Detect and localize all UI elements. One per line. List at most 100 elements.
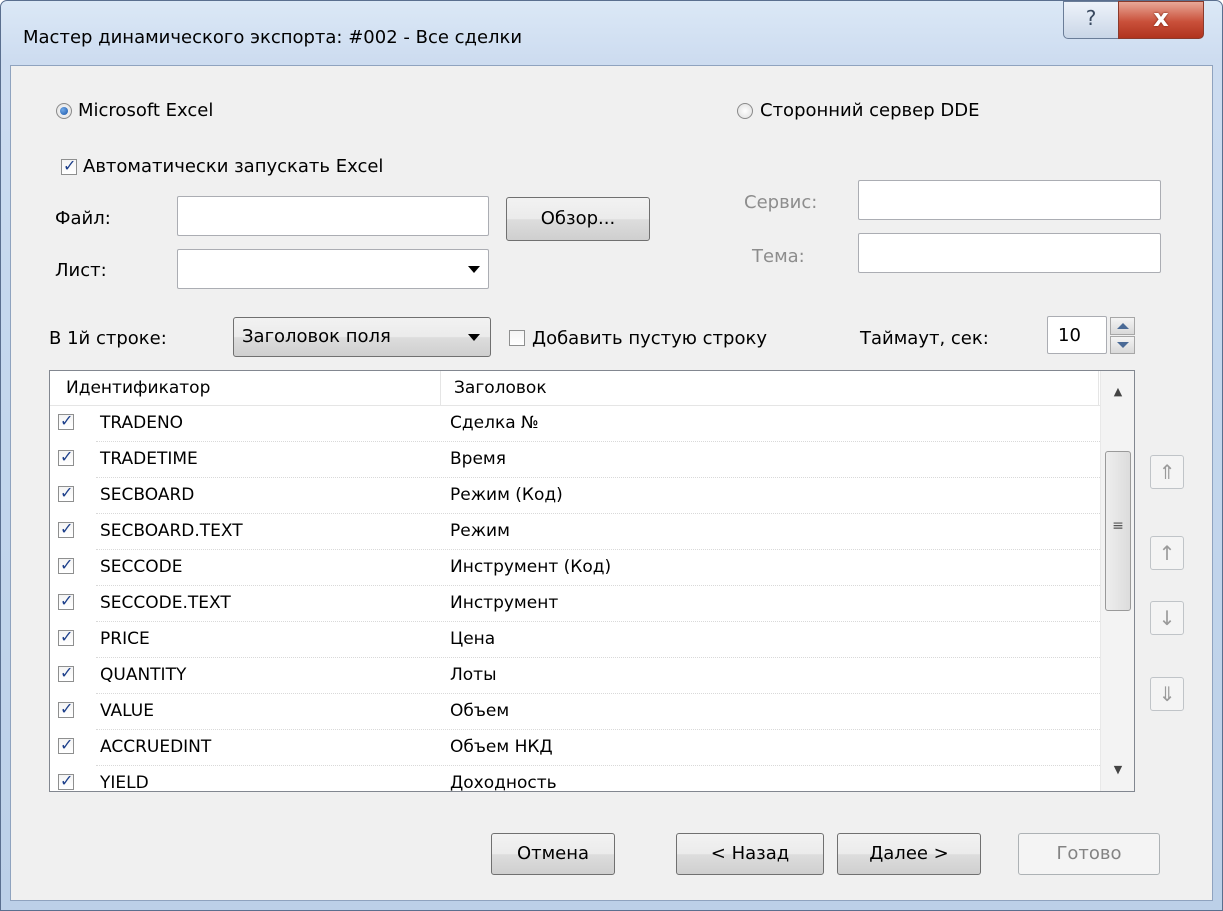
add-empty-row-checkbox[interactable] bbox=[509, 330, 525, 346]
field-header: Режим bbox=[450, 521, 510, 541]
field-id: SECCODE bbox=[100, 557, 183, 577]
list-item[interactable]: VALUE Объем bbox=[50, 694, 1100, 730]
row-checkbox[interactable] bbox=[58, 591, 74, 610]
column-header-title[interactable]: Заголовок bbox=[454, 378, 547, 398]
field-id: SECBOARD.TEXT bbox=[100, 521, 243, 541]
file-label: Файл: bbox=[55, 208, 111, 229]
sheet-combo[interactable] bbox=[177, 249, 489, 289]
list-item[interactable]: QUANTITY Лоты bbox=[50, 658, 1100, 694]
sheet-label: Лист: bbox=[55, 260, 107, 281]
help-icon: ? bbox=[1085, 6, 1097, 30]
move-down-button[interactable]: ↓ bbox=[1150, 601, 1184, 635]
move-to-top-icon: ⇑ bbox=[1158, 460, 1176, 484]
list-item[interactable]: SECBOARD Режим (Код) bbox=[50, 478, 1100, 514]
row-checkbox[interactable] bbox=[58, 555, 74, 574]
list-item[interactable]: TRADETIME Время bbox=[50, 442, 1100, 478]
autostart-excel-label[interactable]: Автоматически запускать Excel bbox=[83, 156, 383, 177]
row-checkbox[interactable] bbox=[58, 519, 74, 538]
column-header-identifier[interactable]: Идентификатор bbox=[66, 378, 210, 398]
field-header: Время bbox=[450, 449, 506, 469]
timeout-spin-up[interactable] bbox=[1110, 317, 1135, 335]
row-checkbox[interactable] bbox=[58, 663, 74, 682]
scroll-thumb[interactable]: ≡ bbox=[1105, 451, 1131, 611]
move-down-icon: ↓ bbox=[1158, 606, 1176, 630]
spin-up-icon bbox=[1117, 323, 1129, 329]
dde-radio[interactable] bbox=[737, 103, 753, 119]
move-up-icon: ↑ bbox=[1158, 541, 1176, 565]
column-divider[interactable] bbox=[1098, 371, 1099, 405]
list-scrollbar[interactable]: ▲ ≡ ▼ bbox=[1100, 371, 1134, 791]
field-id: TRADENO bbox=[100, 413, 184, 433]
autostart-excel-checkbox[interactable] bbox=[61, 156, 77, 175]
field-id: YIELD bbox=[100, 773, 149, 792]
field-header: Инструмент (Код) bbox=[450, 557, 612, 577]
move-to-bottom-button[interactable]: ⇓ bbox=[1150, 677, 1184, 711]
field-id: PRICE bbox=[100, 629, 150, 649]
first-row-combo[interactable]: Заголовок поля bbox=[233, 317, 491, 357]
list-item[interactable]: PRICE Цена bbox=[50, 622, 1100, 658]
spin-down-icon bbox=[1117, 342, 1129, 348]
topic-input[interactable] bbox=[858, 233, 1161, 273]
list-item[interactable]: TRADENO Сделка № bbox=[50, 406, 1100, 442]
field-header: Цена bbox=[450, 629, 496, 649]
export-wizard-window: Мастер динамического экспорта: #002 - Вс… bbox=[0, 0, 1223, 911]
browse-button[interactable]: Обзор... bbox=[506, 197, 650, 241]
dde-radio-label[interactable]: Сторонний сервер DDE bbox=[760, 100, 979, 121]
add-empty-row-label[interactable]: Добавить пустую строку bbox=[532, 328, 767, 349]
field-header: Режим (Код) bbox=[450, 485, 563, 505]
scroll-up-arrow-icon[interactable]: ▲ bbox=[1101, 377, 1134, 407]
row-checkbox[interactable] bbox=[58, 699, 74, 718]
fields-list[interactable]: Идентификатор Заголовок TRADENOСделка № … bbox=[49, 370, 1135, 792]
row-checkbox[interactable] bbox=[58, 771, 74, 790]
field-header: Объем НКД bbox=[450, 737, 553, 757]
move-to-top-button[interactable]: ⇑ bbox=[1150, 455, 1184, 489]
finish-button[interactable]: Готово bbox=[1018, 833, 1160, 875]
move-to-bottom-icon: ⇓ bbox=[1158, 682, 1176, 706]
move-up-button[interactable]: ↑ bbox=[1150, 536, 1184, 570]
row-checkbox[interactable] bbox=[58, 411, 74, 430]
back-button[interactable]: < Назад bbox=[676, 833, 824, 875]
topic-label: Тема: bbox=[752, 246, 805, 267]
list-item[interactable]: SECCODE.TEXT Инструмент bbox=[50, 586, 1100, 622]
row-checkbox[interactable] bbox=[58, 627, 74, 646]
field-header: Объем bbox=[450, 701, 510, 721]
list-item[interactable]: SECCODE Инструмент (Код) bbox=[50, 550, 1100, 586]
title-bar[interactable]: Мастер динамического экспорта: #002 - Вс… bbox=[1, 1, 1222, 65]
cancel-button[interactable]: Отмена bbox=[491, 833, 615, 875]
timeout-spin-down[interactable] bbox=[1110, 336, 1135, 354]
first-row-combo-value: Заголовок поля bbox=[242, 326, 391, 347]
window-title: Мастер динамического экспорта: #002 - Вс… bbox=[23, 27, 523, 48]
list-item[interactable]: YIELD Доходность bbox=[50, 766, 1100, 792]
dialog-client-area: Microsoft Excel Сторонний сервер DDE Авт… bbox=[10, 65, 1213, 901]
next-button[interactable]: Далее > bbox=[837, 833, 981, 875]
field-id: VALUE bbox=[100, 701, 154, 721]
timeout-value: 10 bbox=[1058, 325, 1081, 346]
help-button[interactable]: ? bbox=[1063, 1, 1119, 39]
chevron-down-icon bbox=[468, 334, 480, 341]
close-icon: x bbox=[1153, 4, 1169, 32]
excel-radio[interactable] bbox=[56, 103, 72, 119]
list-item[interactable]: ACCRUEDINT Объем НКД bbox=[50, 730, 1100, 766]
field-id: QUANTITY bbox=[100, 665, 187, 685]
column-divider[interactable] bbox=[440, 371, 441, 405]
field-id: ACCRUEDINT bbox=[100, 737, 212, 757]
field-id: SECBOARD bbox=[100, 485, 195, 505]
row-checkbox[interactable] bbox=[58, 483, 74, 502]
field-header: Инструмент bbox=[450, 593, 559, 613]
field-header: Сделка № bbox=[450, 413, 539, 433]
timeout-label: Таймаут, сек: bbox=[860, 328, 989, 349]
excel-radio-label[interactable]: Microsoft Excel bbox=[78, 100, 213, 121]
file-input[interactable] bbox=[177, 196, 489, 236]
service-label: Сервис: bbox=[744, 192, 818, 213]
list-item[interactable]: SECBOARD.TEXT Режим bbox=[50, 514, 1100, 550]
field-header: Доходность bbox=[450, 773, 557, 792]
first-row-label: В 1й строке: bbox=[49, 328, 167, 349]
field-id: SECCODE.TEXT bbox=[100, 593, 231, 613]
row-checkbox[interactable] bbox=[58, 735, 74, 754]
grip-icon: ≡ bbox=[1112, 518, 1124, 534]
service-input[interactable] bbox=[858, 180, 1161, 220]
row-checkbox[interactable] bbox=[58, 447, 74, 466]
timeout-input[interactable]: 10 bbox=[1047, 316, 1107, 354]
scroll-down-arrow-icon[interactable]: ▼ bbox=[1101, 755, 1134, 785]
close-button[interactable]: x bbox=[1118, 1, 1204, 39]
